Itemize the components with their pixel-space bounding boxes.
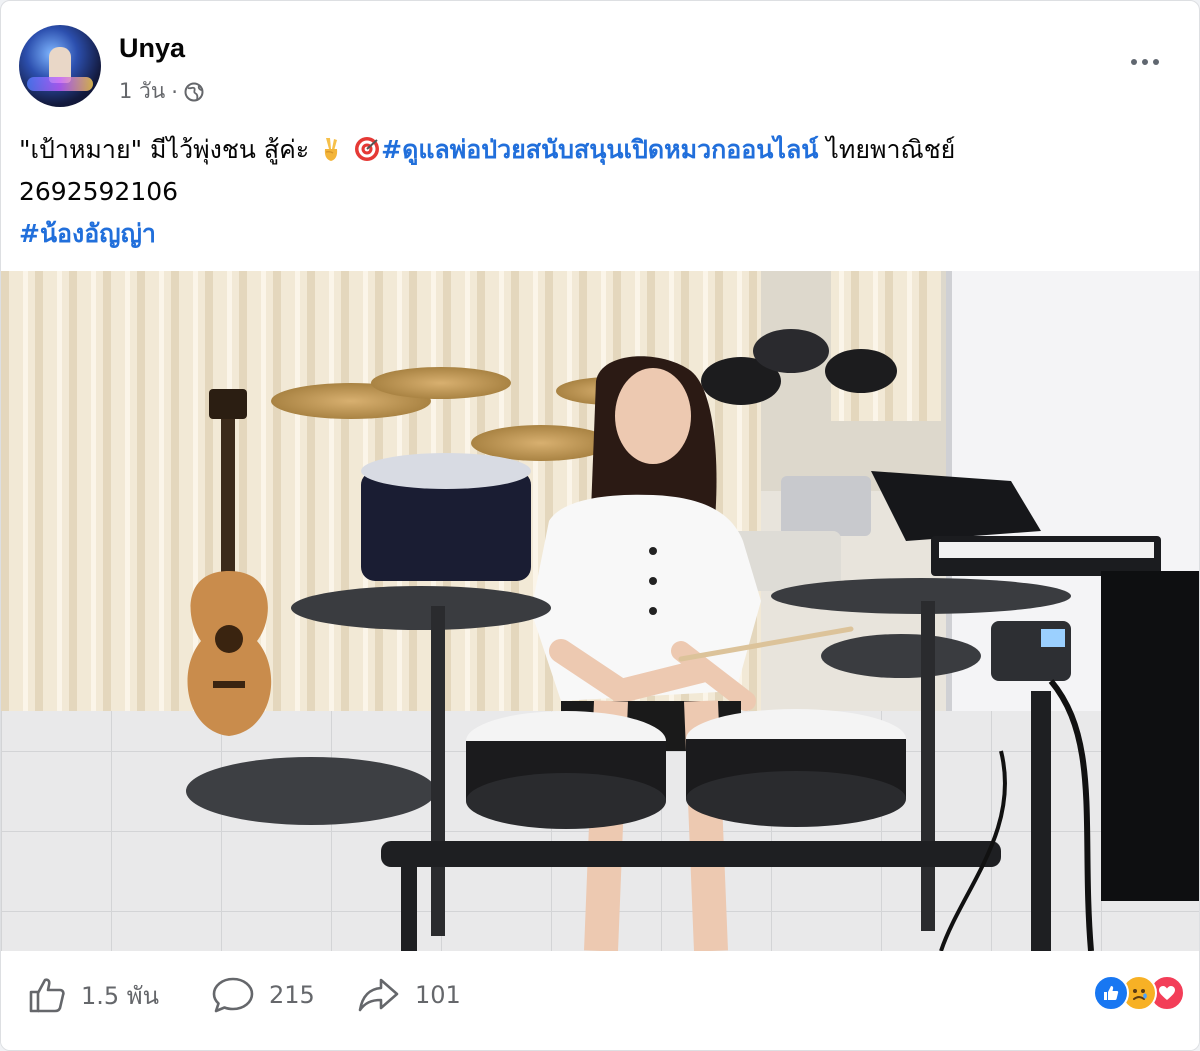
hashtag-link[interactable]: #น้องอัญญ่า: [19, 219, 156, 248]
bank-name: ไทยพาณิชย์: [818, 135, 956, 164]
hashtag-link[interactable]: #ดูแลพ่อป่วยสนับสนุนเปิดหมวกออนไลน์: [381, 135, 818, 164]
like-button[interactable]: 1.5 พัน: [27, 973, 159, 1017]
account-number: 2692592106: [19, 177, 179, 206]
target-emoji: [355, 137, 380, 161]
post-text: "เป้าหมาย" มีไว้พุ่งชน สู้ค่ะ #ดูแลพ่อป่…: [19, 129, 1179, 255]
post-card: Unya 1 วัน · "เป้าหมาย" มีไว้พุ่งชน สู้ค…: [0, 0, 1200, 1051]
like-count: 1.5 พัน: [81, 981, 160, 1010]
sad-face-glyph: [1133, 989, 1147, 1000]
comment-icon: [212, 977, 254, 1013]
avatar-stage-light: [27, 77, 93, 91]
post-video[interactable]: [1, 271, 1199, 951]
like-reaction-icon: [1093, 975, 1129, 1011]
reactions-summary[interactable]: [1093, 973, 1185, 1013]
more-dot: [1142, 59, 1148, 65]
heart-glyph: [1159, 986, 1175, 1000]
thumbs-up-icon: [29, 978, 65, 1013]
post-quote: "เป้าหมาย" มีไว้พุ่งชน สู้ค่ะ: [19, 135, 310, 164]
share-icon: [358, 978, 399, 1012]
post-header: Unya 1 วัน ·: [19, 25, 1181, 109]
share-button[interactable]: 101: [357, 973, 461, 1017]
more-options-icon[interactable]: [1125, 47, 1165, 77]
meta-separator: ·: [171, 79, 178, 104]
comment-count: 215: [269, 981, 315, 1009]
avatar[interactable]: [19, 25, 101, 107]
video-frame-illustration: [1, 271, 1199, 951]
like-reaction-glyph: [1104, 986, 1119, 1000]
more-dot: [1153, 59, 1159, 65]
post-meta: 1 วัน ·: [119, 75, 204, 108]
post-time[interactable]: 1 วัน: [119, 75, 165, 108]
victory-hand-emoji: [325, 138, 338, 161]
post-footer: 1.5 พัน 215 101: [1, 951, 1199, 1050]
post-text-line-1: "เป้าหมาย" มีไว้พุ่งชน สู้ค่ะ #ดูแลพ่อป่…: [19, 129, 1179, 171]
globe-icon[interactable]: [184, 82, 204, 102]
comment-button[interactable]: 215: [211, 973, 315, 1017]
author-name[interactable]: Unya: [119, 33, 185, 64]
share-count: 101: [415, 981, 461, 1009]
more-dot: [1131, 59, 1137, 65]
